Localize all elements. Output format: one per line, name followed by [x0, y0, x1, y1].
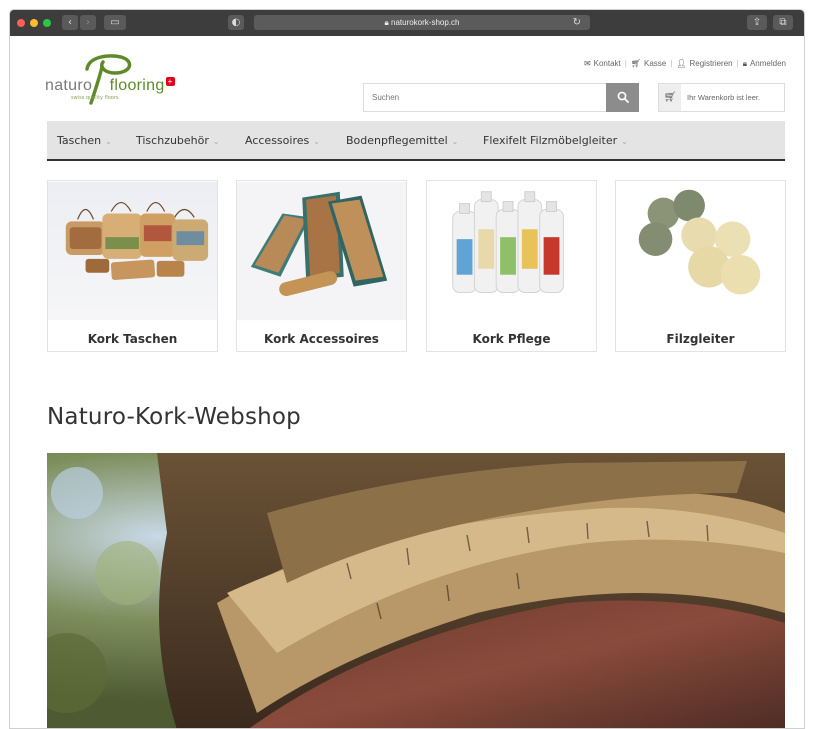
chevron-down-icon: ⌄ [212, 137, 220, 146]
reload-icon[interactable]: ↻ [573, 15, 581, 30]
main-nav: Taschen ⌄ Tischzubehör ⌄ Accessoires ⌄ Bode… [47, 121, 785, 161]
contact-link[interactable]: ✉ Kontakt [584, 59, 621, 68]
register-label: Registrieren [689, 59, 733, 68]
cart-icon: 🛒︎ [659, 84, 681, 111]
browser-titlebar: ‹ › ▭ ◐ 🔒︎ naturokork-shop.ch ↻ ⇪ ⧉ [10, 10, 804, 36]
cork-oak-bark-hero-image [47, 453, 785, 728]
divider: | [670, 59, 673, 68]
chevron-down-icon: ⌄ [313, 137, 320, 146]
cork-accessories-image [237, 181, 406, 321]
category-label: Filzgleiter [666, 332, 735, 346]
logo-brand-right: flooring [109, 77, 165, 94]
nav-item-label: Flexifelt Filzmöbelgleiter [483, 134, 618, 147]
search-icon [617, 91, 629, 103]
tabs-overview-icon[interactable]: ⧉ [773, 15, 793, 30]
logo-tagline: swiss quality floors [71, 95, 119, 101]
login-link[interactable]: 🔒︎ Anmelden [743, 59, 786, 68]
felt-pads-image [616, 181, 785, 321]
page-title: Naturo-Kork-Webshop [47, 404, 301, 430]
back-button[interactable]: ‹ [62, 15, 78, 30]
category-label: Kork Accessoires [264, 332, 379, 346]
close-window-button[interactable] [17, 19, 25, 27]
checkout-link[interactable]: 🛒︎ Kasse [631, 59, 666, 68]
chevron-down-icon: ⌄ [105, 137, 112, 146]
nav-item-taschen[interactable]: Taschen ⌄ [57, 121, 112, 162]
logo-wordmark: naturo flooring + [45, 77, 175, 95]
register-link[interactable]: 👤︎ Registrieren [676, 59, 732, 68]
lock-small-icon: 🔒︎ [742, 59, 747, 68]
address-bar[interactable]: 🔒︎ naturokork-shop.ch ↻ [254, 15, 590, 30]
zoom-window-button[interactable] [43, 19, 51, 27]
swiss-cross-icon: + [165, 77, 175, 86]
cork-bags-image [48, 181, 217, 321]
chevron-down-icon: ⌄ [621, 137, 628, 146]
nav-item-accessoires[interactable]: Accessoires ⌄ [245, 121, 320, 162]
cork-care-bottles-image [427, 181, 596, 321]
cart-small-icon: 🛒︎ [630, 59, 642, 68]
logo-brand-left: naturo [45, 77, 93, 94]
mini-cart[interactable]: 🛒︎ Ihr Warenkorb ist leer. [658, 83, 785, 112]
privacy-shield-icon[interactable]: ◐ [228, 15, 244, 30]
lock-icon: 🔒︎ [384, 18, 389, 27]
cart-status: Ihr Warenkorb ist leer. [687, 93, 761, 102]
minimize-window-button[interactable] [30, 19, 38, 27]
web-page: naturo flooring + swiss quality floors ✉ K… [10, 36, 804, 728]
site-logo[interactable]: naturo flooring + swiss quality floors [45, 53, 185, 113]
divider: | [736, 59, 739, 68]
share-icon[interactable]: ⇪ [747, 15, 767, 30]
category-tile-kork-accessoires[interactable]: Kork Accessoires [236, 180, 407, 352]
nav-item-label: Bodenpflegemittel [346, 134, 448, 147]
category-label: Kork Taschen [87, 332, 178, 346]
nav-item-label: Taschen [57, 134, 102, 147]
search-input[interactable] [364, 84, 606, 111]
nav-item-label: Tischzubehör [136, 134, 209, 147]
divider: | [624, 59, 627, 68]
nav-item-filzgleiter[interactable]: Flexifelt Filzmöbelgleiter ⌄ [483, 121, 628, 162]
checkout-label: Kasse [644, 59, 667, 68]
category-tile-kork-taschen[interactable]: Kork Taschen [47, 180, 218, 352]
category-tile-filzgleiter[interactable]: Filzgleiter [615, 180, 786, 352]
search-button[interactable] [606, 83, 639, 112]
forward-button[interactable]: › [80, 15, 96, 30]
login-label: Anmelden [749, 59, 786, 68]
nav-item-label: Accessoires [245, 134, 310, 147]
nav-item-tischzubehoer[interactable]: Tischzubehör ⌄ [136, 121, 220, 162]
envelope-icon: ✉ [583, 59, 591, 68]
category-label: Kork Pflege [472, 332, 551, 346]
sidebar-toggle-icon[interactable]: ▭ [104, 15, 126, 30]
address-url: naturokork-shop.ch [391, 18, 460, 27]
chevron-down-icon: ⌄ [451, 137, 459, 146]
nav-item-bodenpflegemittel[interactable]: Bodenpflegemittel ⌄ [346, 121, 458, 162]
search-box [363, 83, 639, 112]
contact-label: Kontakt [593, 59, 621, 68]
category-tile-kork-pflege[interactable]: Kork Pflege [426, 180, 597, 352]
browser-window: ‹ › ▭ ◐ 🔒︎ naturokork-shop.ch ↻ ⇪ ⧉ natu… [9, 9, 805, 729]
user-icon: 👤︎ [676, 59, 687, 68]
top-links: ✉ Kontakt | 🛒︎ Kasse | 👤︎ Registrieren | 🔒︎ Anmeld… [584, 59, 786, 69]
